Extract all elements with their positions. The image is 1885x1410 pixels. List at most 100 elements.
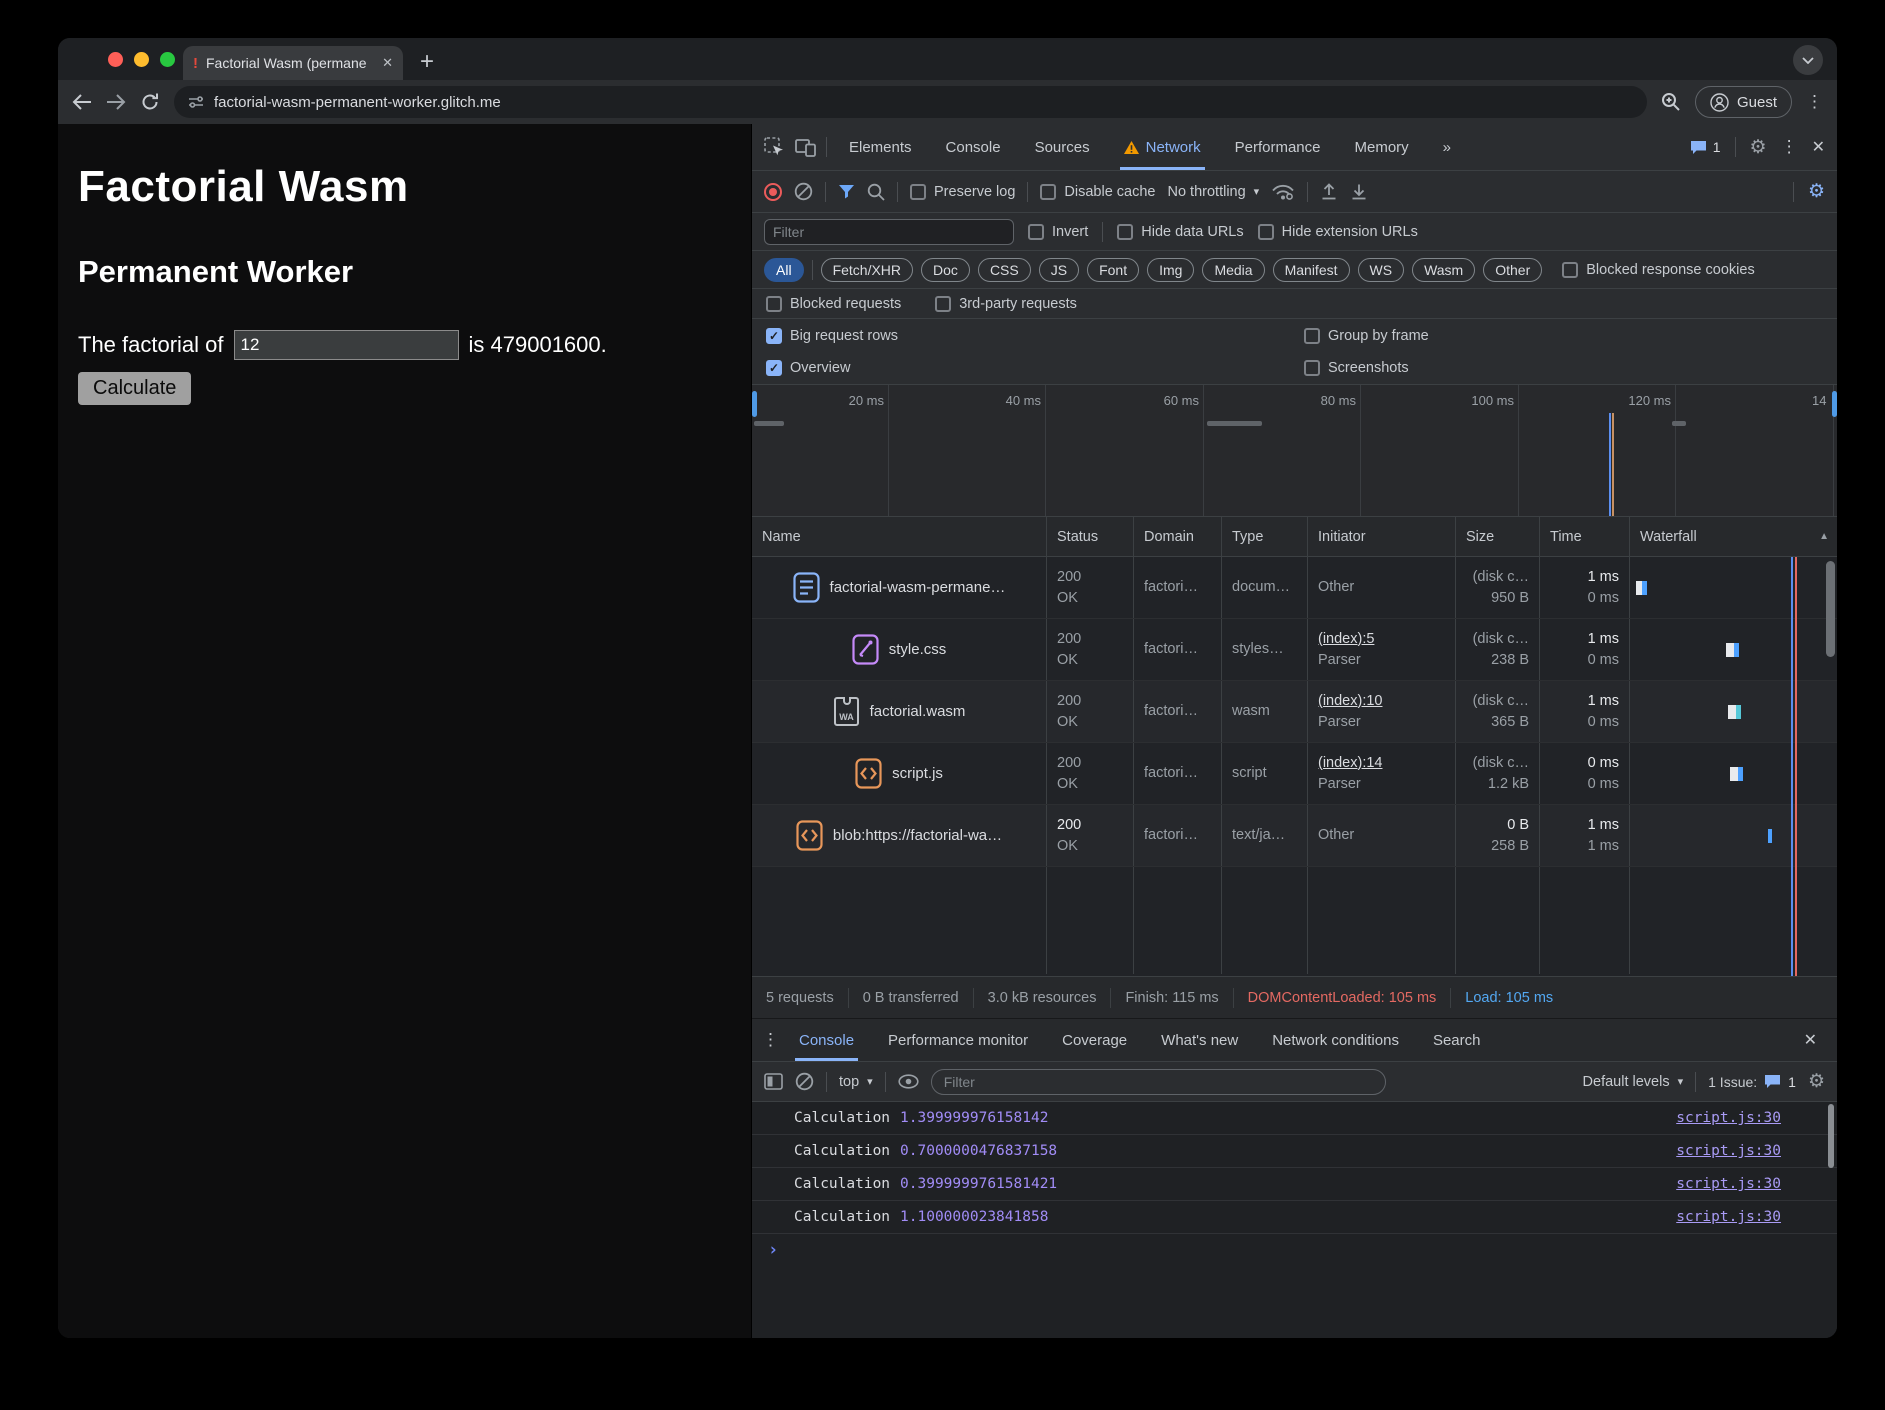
initiator-link[interactable]: (index):10	[1318, 691, 1445, 712]
console-settings-icon[interactable]: ⚙	[1808, 1072, 1825, 1091]
overview-right-handle[interactable]	[1832, 391, 1837, 417]
third-party-requests-toggle[interactable]: 3rd-party requests	[935, 296, 1077, 312]
screenshots-checkbox[interactable]	[1304, 360, 1320, 376]
more-tabs-button[interactable]: »	[1431, 124, 1463, 170]
blocked-response-cookies-toggle[interactable]: Blocked response cookies	[1562, 262, 1754, 278]
filter-pill-fetch-xhr[interactable]: Fetch/XHR	[821, 258, 913, 282]
search-icon[interactable]	[867, 183, 885, 201]
invert-checkbox[interactable]	[1028, 224, 1044, 240]
clear-network-log-icon[interactable]	[794, 182, 813, 201]
tab-sources[interactable]: Sources	[1023, 124, 1102, 170]
overview-left-handle[interactable]	[752, 391, 757, 417]
blocked-requests-checkbox[interactable]	[766, 296, 782, 312]
column-header-initiator[interactable]: Initiator	[1308, 517, 1456, 556]
maximize-window-button[interactable]	[160, 52, 175, 67]
disable-cache-checkbox[interactable]	[1040, 184, 1056, 200]
filter-pill-ws[interactable]: WS	[1358, 258, 1405, 282]
network-filter-input[interactable]	[764, 219, 1014, 245]
drawer-close-icon[interactable]: ✕	[1804, 1030, 1827, 1050]
close-window-button[interactable]	[108, 52, 123, 67]
table-row[interactable]: WA factorial.wasm 200OK factori… wasm (i…	[752, 681, 1837, 743]
filter-pill-manifest[interactable]: Manifest	[1273, 258, 1350, 282]
filter-pill-font[interactable]: Font	[1087, 258, 1139, 282]
table-scrollbar[interactable]	[1826, 561, 1835, 657]
url-bar[interactable]: factorial-wasm-permanent-worker.glitch.m…	[174, 86, 1647, 118]
inspect-element-icon[interactable]	[764, 137, 785, 157]
blocked-response-cookies-checkbox[interactable]	[1562, 262, 1578, 278]
group-by-frame-toggle[interactable]: Group by frame	[1304, 328, 1429, 344]
source-link[interactable]: script.js:30	[1676, 1143, 1781, 1159]
issues-counter[interactable]: 1	[1690, 139, 1721, 155]
filter-icon[interactable]	[838, 184, 855, 199]
export-har-icon[interactable]	[1350, 183, 1368, 201]
profile-button[interactable]: Guest	[1695, 86, 1792, 118]
reload-button[interactable]	[140, 92, 160, 112]
device-toolbar-icon[interactable]	[795, 138, 816, 157]
column-header-size[interactable]: Size	[1456, 517, 1540, 556]
source-link[interactable]: script.js:30	[1676, 1176, 1781, 1192]
console-sidebar-icon[interactable]	[764, 1073, 783, 1090]
overview-checkbox[interactable]	[766, 360, 782, 376]
tab-memory[interactable]: Memory	[1343, 124, 1421, 170]
initiator-link[interactable]: (index):5	[1318, 629, 1445, 650]
preserve-log-checkbox[interactable]	[910, 184, 926, 200]
back-button[interactable]	[72, 94, 92, 110]
import-har-icon[interactable]	[1320, 183, 1338, 201]
filter-pill-img[interactable]: Img	[1147, 258, 1194, 282]
filter-pill-doc[interactable]: Doc	[921, 258, 970, 282]
network-overview-timeline[interactable]: 20 ms 40 ms 60 ms 80 ms 100 ms 120 ms 14	[752, 385, 1837, 517]
throttling-select[interactable]: No throttling ▾	[1167, 184, 1259, 200]
console-scrollbar[interactable]	[1828, 1104, 1834, 1168]
minimize-window-button[interactable]	[134, 52, 149, 67]
group-by-frame-checkbox[interactable]	[1304, 328, 1320, 344]
invert-toggle[interactable]: Invert	[1028, 224, 1088, 240]
drawer-tab-search[interactable]: Search	[1419, 1019, 1495, 1061]
column-header-type[interactable]: Type	[1222, 517, 1308, 556]
tab-search-button[interactable]	[1793, 45, 1823, 75]
console-filter-input[interactable]	[931, 1069, 1386, 1095]
filter-pill-wasm[interactable]: Wasm	[1412, 258, 1475, 282]
context-select[interactable]: top ▾	[839, 1074, 873, 1090]
filter-pill-js[interactable]: JS	[1039, 258, 1079, 282]
drawer-tab-whats-new[interactable]: What's new	[1147, 1019, 1252, 1061]
network-conditions-icon[interactable]	[1271, 182, 1295, 201]
hide-data-urls-checkbox[interactable]	[1117, 224, 1133, 240]
big-request-rows-checkbox[interactable]	[766, 328, 782, 344]
hide-data-urls-toggle[interactable]: Hide data URLs	[1117, 224, 1243, 240]
column-header-domain[interactable]: Domain	[1134, 517, 1222, 556]
column-header-waterfall[interactable]: Waterfall ▲	[1630, 517, 1837, 556]
filter-pill-all[interactable]: All	[764, 258, 804, 282]
big-request-rows-toggle[interactable]: Big request rows	[766, 328, 898, 344]
new-tab-button[interactable]: +	[420, 48, 434, 76]
third-party-requests-checkbox[interactable]	[935, 296, 951, 312]
tab-performance[interactable]: Performance	[1223, 124, 1333, 170]
record-button[interactable]	[764, 183, 782, 201]
column-header-time[interactable]: Time	[1540, 517, 1630, 556]
table-row[interactable]: blob:https://factorial-wa… 200OK factori…	[752, 805, 1837, 867]
initiator-link[interactable]: (index):14	[1318, 753, 1445, 774]
network-settings-icon[interactable]: ⚙	[1808, 182, 1825, 201]
drawer-tab-performance-monitor[interactable]: Performance monitor	[874, 1019, 1042, 1061]
filter-pill-css[interactable]: CSS	[978, 258, 1031, 282]
filter-pill-other[interactable]: Other	[1483, 258, 1542, 282]
clear-console-icon[interactable]	[795, 1072, 814, 1091]
tab-network[interactable]: Network	[1112, 124, 1213, 170]
table-row[interactable]: style.css 200OK factori… styles… (index)…	[752, 619, 1837, 681]
disable-cache-toggle[interactable]: Disable cache	[1040, 184, 1155, 200]
column-header-status[interactable]: Status	[1047, 517, 1134, 556]
screenshots-toggle[interactable]: Screenshots	[1304, 360, 1409, 376]
table-row[interactable]: factorial-wasm-permane… 200OK factori… d…	[752, 557, 1837, 619]
zoom-icon[interactable]	[1661, 92, 1681, 112]
drawer-tab-network-conditions[interactable]: Network conditions	[1258, 1019, 1413, 1061]
browser-tab[interactable]: ! Factorial Wasm (permanent W ✕	[183, 46, 403, 80]
column-header-name[interactable]: Name	[752, 517, 1047, 556]
filter-pill-media[interactable]: Media	[1202, 258, 1264, 282]
tab-console[interactable]: Console	[934, 124, 1013, 170]
preserve-log-toggle[interactable]: Preserve log	[910, 184, 1015, 200]
hide-extension-urls-toggle[interactable]: Hide extension URLs	[1258, 224, 1418, 240]
blocked-requests-toggle[interactable]: Blocked requests	[766, 296, 901, 312]
site-settings-icon[interactable]	[188, 95, 204, 109]
devtools-settings-icon[interactable]: ⚙	[1750, 138, 1767, 157]
drawer-menu-icon[interactable]: ⋮	[762, 1030, 779, 1050]
factorial-input[interactable]	[234, 330, 459, 360]
